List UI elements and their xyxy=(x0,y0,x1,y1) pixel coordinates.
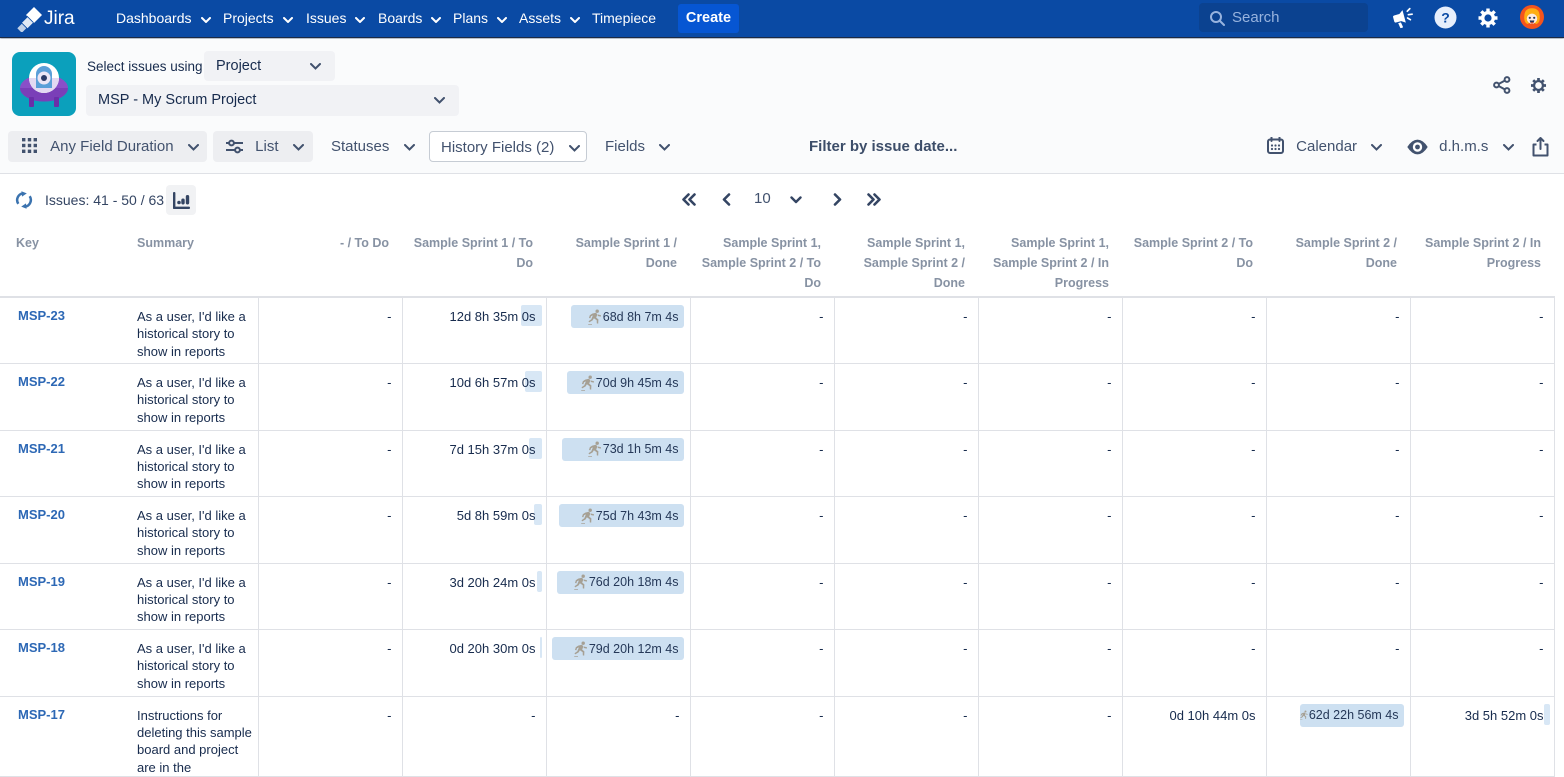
svg-text:?: ? xyxy=(1441,10,1450,26)
